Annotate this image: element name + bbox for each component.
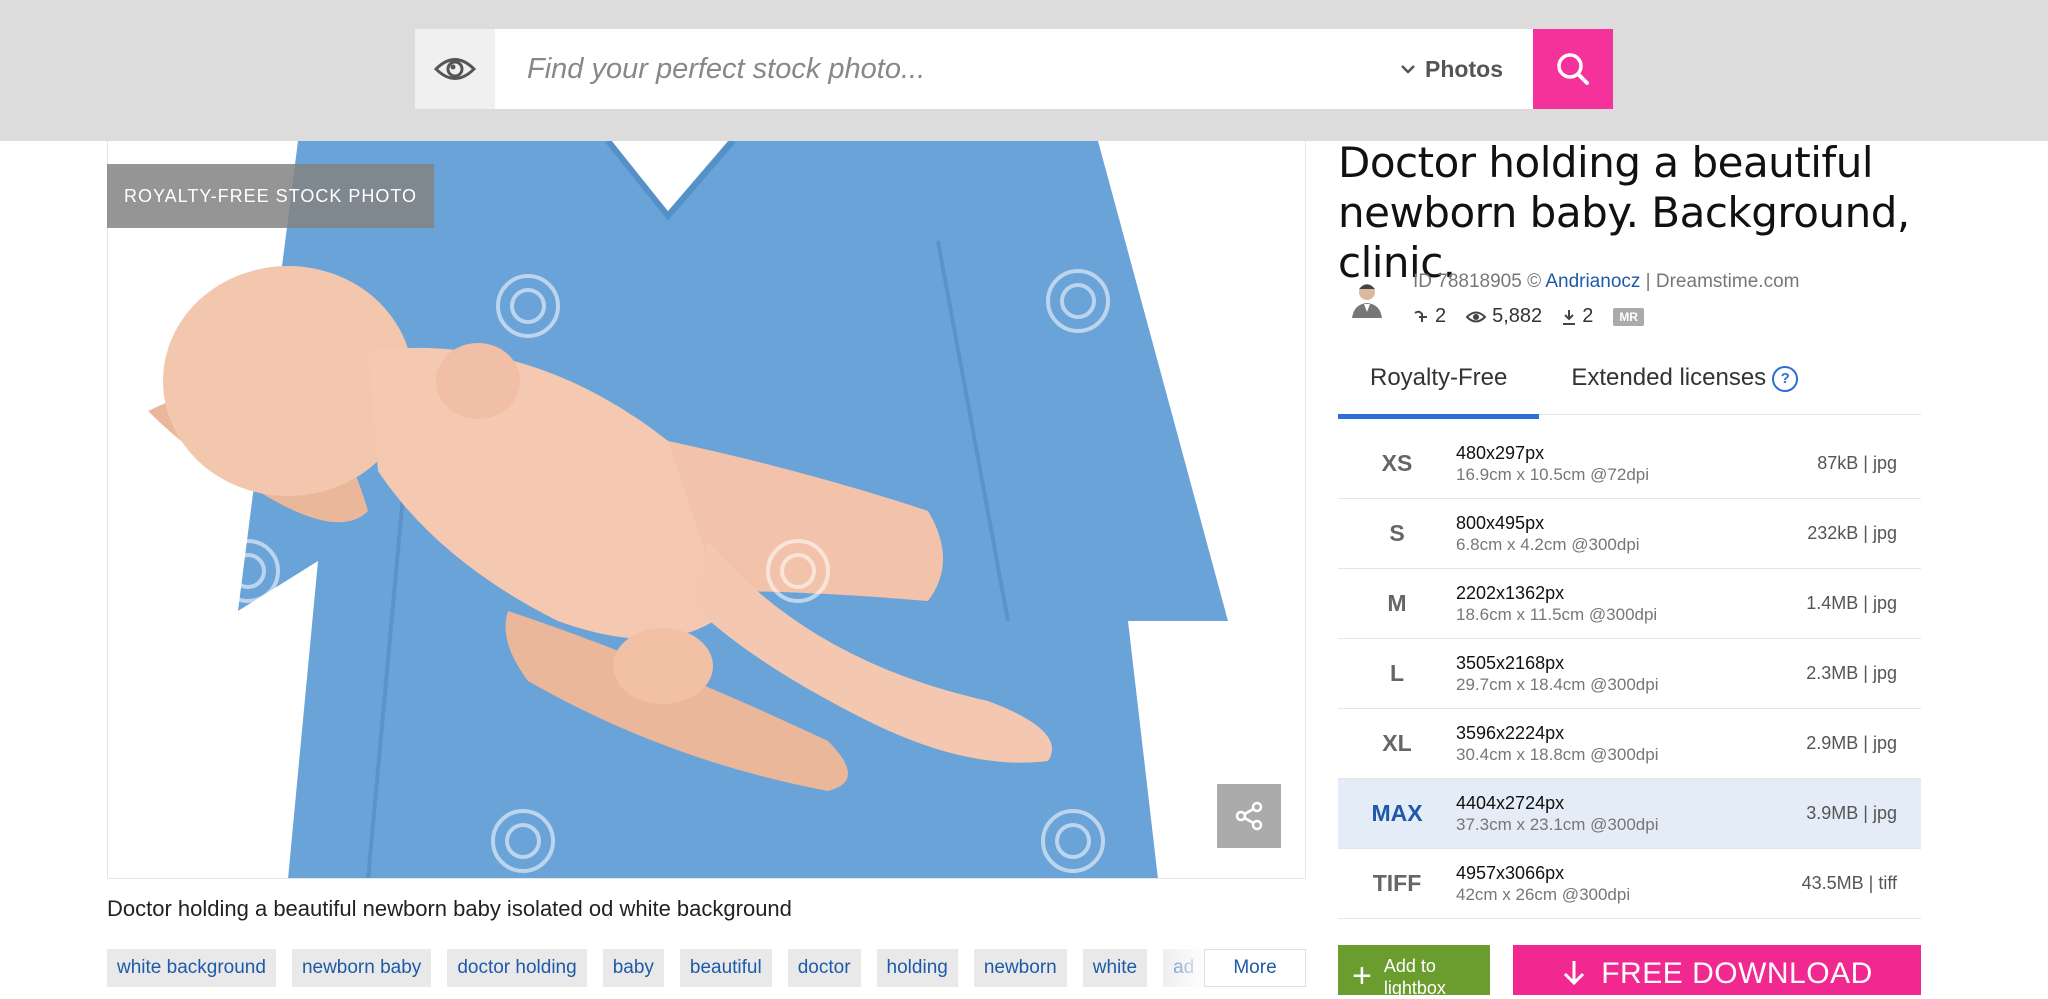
size-file: 2.9MB | jpg	[1806, 733, 1897, 753]
size-row-m[interactable]: M 2202x1362px 18.6cm x 11.5cm @300dpi 1.4…	[1338, 569, 1921, 639]
size-pixels: 3596x2224px	[1456, 722, 1565, 743]
size-code: TIFF	[1372, 870, 1422, 896]
size-code: XL	[1382, 730, 1412, 756]
download-label: FREE DOWNLOAD	[1601, 957, 1873, 990]
share-icon	[1235, 801, 1263, 831]
size-pixels: 2202x1362px	[1456, 582, 1565, 603]
search-form: Photos	[415, 29, 1613, 109]
photo-illustration	[148, 141, 1228, 878]
views-stat: 5,882	[1466, 305, 1542, 328]
license-tabs: Royalty-Free Extended licenses?	[1338, 356, 1921, 419]
more-tags-button[interactable]: More	[1204, 949, 1306, 987]
tag[interactable]: newborn	[973, 949, 1067, 987]
size-print: 18.6cm x 11.5cm @300dpi	[1456, 604, 1658, 624]
size-row-s[interactable]: S 800x495px 6.8cm x 4.2cm @300dpi 232kB |…	[1338, 499, 1921, 569]
keyword-tags: white background newborn baby doctor hol…	[107, 949, 1306, 987]
tab-label: Royalty-Free	[1370, 364, 1508, 391]
search-button[interactable]	[1533, 29, 1613, 109]
size-dims: 800x495px 6.8cm x 4.2cm @300dpi	[1456, 513, 1737, 555]
free-download-button[interactable]: FREE DOWNLOAD	[1513, 945, 1921, 995]
tag[interactable]: doctor holding	[447, 949, 587, 987]
size-file: 232kB | jpg	[1807, 523, 1897, 543]
tag[interactable]: white background	[107, 949, 276, 987]
tab-extended-licenses[interactable]: Extended licenses?	[1539, 356, 1830, 414]
chevron-down-icon	[1401, 65, 1415, 74]
size-dims: 4957x3066px 42cm x 26cm @300dpi	[1456, 863, 1737, 905]
author-link[interactable]: Andrianocz	[1545, 271, 1640, 292]
size-pixels: 480x297px	[1456, 442, 1545, 463]
eye-icon	[434, 58, 476, 80]
size-dims: 2202x1362px 18.6cm x 11.5cm @300dpi	[1456, 583, 1737, 625]
size-file: 2.3MB | jpg	[1806, 663, 1897, 683]
stock-photo[interactable]	[107, 141, 1306, 879]
help-icon[interactable]: ?	[1772, 365, 1799, 392]
size-print: 29.7cm x 18.4cm @300dpi	[1456, 674, 1659, 694]
tag[interactable]: holding	[876, 949, 958, 987]
size-print: 6.8cm x 4.2cm @300dpi	[1456, 534, 1640, 554]
size-pixels: 4404x2724px	[1456, 792, 1565, 813]
size-options-list: XS 480x297px 16.9cm x 10.5cm @72dpi 87kB …	[1338, 429, 1921, 919]
image-meta: ID 78818905 © Andrianocz | Dreamstime.co…	[1413, 271, 1799, 293]
size-row-xs[interactable]: XS 480x297px 16.9cm x 10.5cm @72dpi 87kB …	[1338, 429, 1921, 499]
views-count: 5,882	[1492, 305, 1543, 327]
size-file: 1.4MB | jpg	[1806, 593, 1897, 613]
model-release-badge: MR	[1613, 307, 1644, 326]
size-code: M	[1387, 590, 1407, 616]
size-dims: 480x297px 16.9cm x 10.5cm @72dpi	[1456, 443, 1737, 485]
size-print: 42cm x 26cm @300dpi	[1456, 884, 1631, 904]
favorites-icon	[1414, 310, 1427, 322]
royalty-free-badge: ROYALTY-FREE STOCK PHOTO	[107, 164, 434, 228]
image-id: ID 78818905 ©	[1413, 271, 1546, 292]
download-icon	[1563, 309, 1576, 325]
tab-label: Extended licenses	[1571, 364, 1767, 391]
search-input[interactable]	[495, 29, 1392, 109]
size-pixels: 4957x3066px	[1456, 862, 1565, 883]
favorites-stat: 2	[1413, 305, 1446, 328]
tag[interactable]: white	[1082, 949, 1148, 987]
size-file: 87kB | jpg	[1817, 453, 1897, 473]
downloads-stat: 2	[1562, 305, 1593, 328]
search-type-dropdown[interactable]: Photos	[1391, 29, 1533, 109]
size-row-xl[interactable]: XL 3596x2224px 30.4cm x 18.8cm @300dpi 2.…	[1338, 709, 1921, 779]
favorites-count: 2	[1435, 305, 1447, 327]
tag[interactable]: doctor	[787, 949, 861, 987]
size-dims: 4404x2724px 37.3cm x 23.1cm @300dpi	[1456, 793, 1737, 835]
tag[interactable]: baby	[602, 949, 664, 987]
search-type-label: Photos	[1425, 55, 1503, 82]
page-title: Doctor holding a beautiful newborn baby.…	[1338, 138, 1910, 287]
site-name: | Dreamstime.com	[1640, 271, 1800, 292]
size-dims: 3596x2224px 30.4cm x 18.8cm @300dpi	[1456, 723, 1737, 765]
size-row-l[interactable]: L 3505x2168px 29.7cm x 18.4cm @300dpi 2.3…	[1338, 639, 1921, 709]
tag[interactable]: newborn baby	[291, 949, 432, 987]
downloads-count: 2	[1582, 305, 1594, 327]
share-button[interactable]	[1217, 784, 1281, 848]
tab-royalty-free[interactable]: Royalty-Free	[1338, 356, 1540, 419]
author-avatar-icon[interactable]	[1349, 280, 1385, 318]
size-print: 30.4cm x 18.8cm @300dpi	[1456, 744, 1659, 764]
add-to-lightbox-button[interactable]: + Add to lightbox	[1338, 945, 1490, 998]
search-icon	[1557, 53, 1589, 85]
size-print: 37.3cm x 23.1cm @300dpi	[1456, 814, 1659, 834]
top-search-bar: Photos	[0, 0, 2048, 141]
size-file: 43.5MB | tiff	[1801, 873, 1897, 893]
size-row-tiff[interactable]: TIFF 4957x3066px 42cm x 26cm @300dpi 43.5…	[1338, 849, 1921, 919]
eye-icon	[1466, 311, 1487, 322]
size-dims: 3505x2168px 29.7cm x 18.4cm @300dpi	[1456, 653, 1737, 695]
size-code: XS	[1381, 450, 1413, 476]
tag[interactable]: beautiful	[679, 949, 772, 987]
size-code: S	[1389, 520, 1405, 546]
photo-caption: Doctor holding a beautiful newborn baby …	[107, 896, 792, 921]
tags-fade	[1150, 949, 1206, 987]
size-row-max[interactable]: MAX 4404x2724px 37.3cm x 23.1cm @300dpi 3…	[1338, 779, 1921, 849]
size-code: MAX	[1371, 800, 1423, 826]
size-print: 16.9cm x 10.5cm @72dpi	[1456, 464, 1650, 484]
size-file: 3.9MB | jpg	[1806, 803, 1897, 823]
visual-search-button[interactable]	[415, 29, 495, 109]
image-stats: 2 5,882 2 MR	[1413, 305, 1644, 328]
size-pixels: 3505x2168px	[1456, 652, 1565, 673]
lightbox-label: Add to lightbox	[1383, 956, 1446, 998]
download-arrow-icon	[1564, 961, 1585, 986]
size-pixels: 800x495px	[1456, 512, 1545, 533]
size-code: L	[1389, 660, 1405, 686]
